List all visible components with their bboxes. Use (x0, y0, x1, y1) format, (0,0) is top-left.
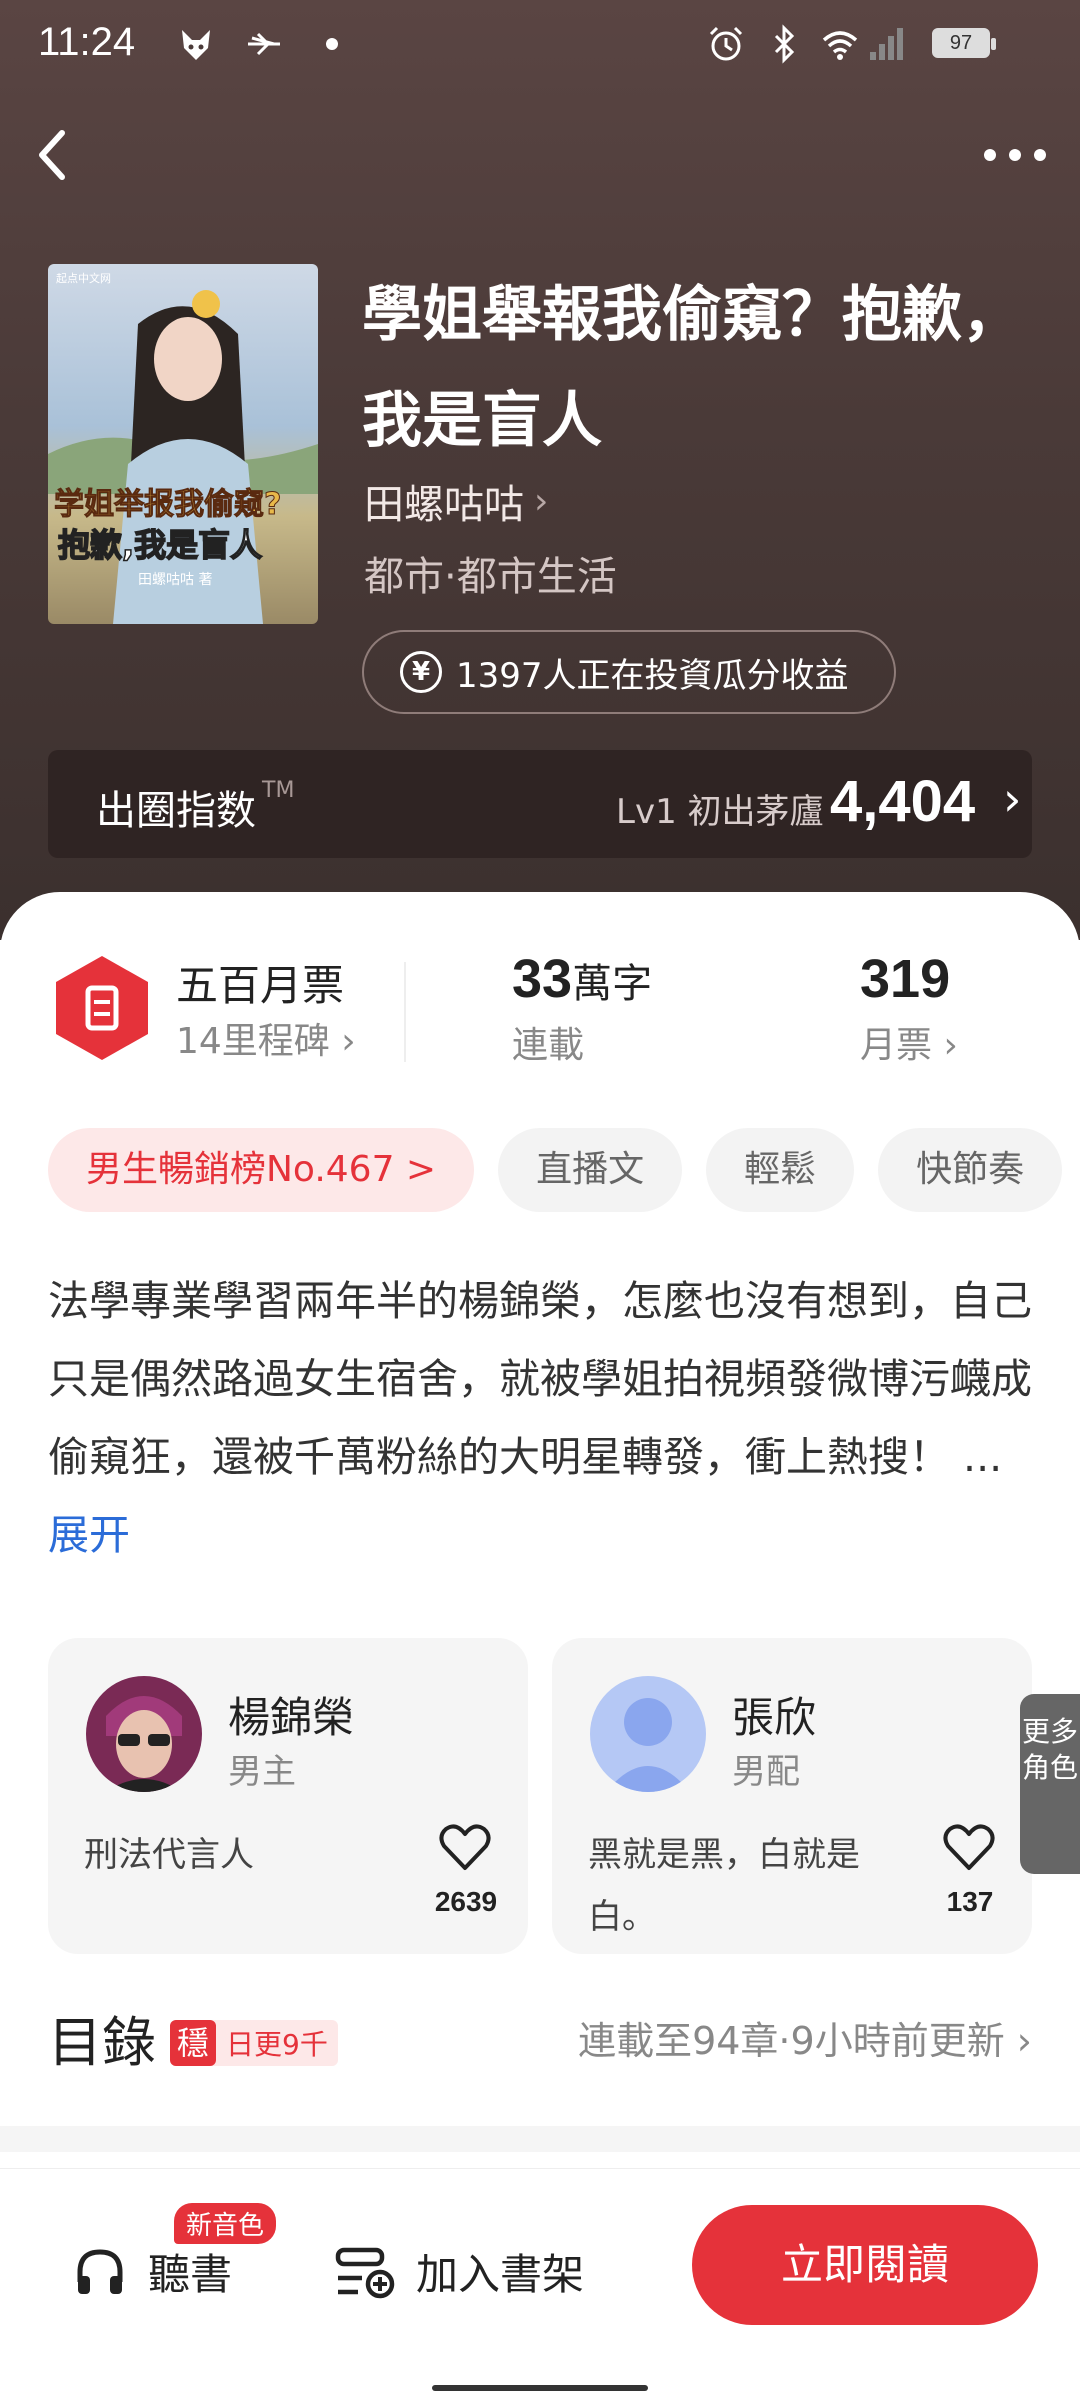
book-cover[interactable]: 起点中文网 学姐举报我偷窥? 抱歉,我是盲人 田螺咕咕 著 (48, 264, 318, 624)
serial-status: 連載 (512, 1025, 585, 1066)
status-bar: 11:24 97 (0, 0, 1080, 90)
section-divider (0, 2126, 1080, 2152)
add-shelf-label: 加入書架 (416, 2250, 585, 2299)
circle-index-label: 出圈指数 TM (96, 778, 295, 834)
like-count: 137 (946, 1886, 994, 1917)
circle-index-score: 4,404 (830, 769, 976, 834)
dot-icon (326, 38, 338, 50)
circle-index-level: Lv1 初出茅廬 (616, 792, 824, 832)
expand-link[interactable]: 展开 (48, 1511, 130, 1559)
listen-button[interactable]: 聽書 (72, 2241, 232, 2302)
avatar (590, 1676, 706, 1792)
headphones-icon (77, 2248, 123, 2294)
heart-icon[interactable] (438, 1822, 492, 1872)
monthly-votes-label[interactable]: 月票 › (860, 1016, 958, 1068)
chevron-right-icon: › (534, 480, 549, 522)
book-title: 學姐舉報我偷窺？抱歉，我是盲人 (362, 280, 1022, 456)
invest-button[interactable]: ¥ 1397人正在投資瓜分收益 (362, 630, 896, 714)
tag-item[interactable]: 快節奏 (878, 1128, 1063, 1212)
back-arrow-icon[interactable] (28, 125, 78, 185)
alarm-icon (709, 26, 743, 61)
author-name: 田螺咕咕 (364, 482, 524, 528)
add-shelf-icon (335, 2247, 395, 2298)
yen-icon: ¥ (400, 651, 442, 693)
character-role: 男配 (732, 1752, 800, 1792)
monthly-votes-count[interactable]: 319 (860, 948, 950, 1010)
character-desc: 刑法代言人 (84, 1835, 254, 1875)
stable-icon: 穩 (170, 2020, 216, 2066)
fox-app-icon (182, 30, 210, 60)
add-to-shelf-button[interactable]: 加入書架 (334, 2241, 584, 2302)
milestone-title[interactable]: 五百月票 (176, 952, 344, 1013)
listen-label: 聽書 (148, 2250, 233, 2299)
invest-text: 1397人正在投資瓜分收益 (456, 655, 849, 696)
toc-title: 目錄 (48, 2011, 156, 2074)
more-options-icon[interactable] (980, 140, 1050, 170)
bluetooth-icon (774, 24, 795, 64)
character-name: 楊錦榮 (228, 1693, 355, 1742)
character-name: 張欣 (732, 1693, 817, 1742)
more-roles-tab[interactable]: 更多角色 (1020, 1694, 1080, 1874)
chevron-right-icon: › (943, 1025, 958, 1066)
tag-list: 男生暢銷榜No.467 > 直播文 輕鬆 快節奏 (48, 1128, 1080, 1212)
tag-item[interactable]: 直播文 (498, 1128, 683, 1212)
chevron-right-icon: › (1016, 2019, 1032, 2063)
battery-indicator: 97 (932, 28, 996, 58)
divider (404, 962, 406, 1062)
tag-item[interactable]: 輕鬆 (706, 1128, 855, 1212)
cover-publisher: 起点中文网 (56, 271, 111, 285)
book-description: 法學專業學習兩年半的楊錦榮，怎麼也沒有想到，自己只是偶然路過女生宿舍，就被學姐拍… (48, 1277, 1032, 1559)
character-card[interactable]: 楊錦榮 男主 刑法代言人 2639 (48, 1638, 528, 1954)
monthly-ticket-icon (56, 956, 148, 1060)
like-count: 2639 (434, 1886, 498, 1917)
read-now-button[interactable]: 立即閱讀 (692, 2205, 1038, 2325)
plane-app-icon (248, 32, 280, 56)
word-count: 33萬字 (512, 949, 653, 1009)
character-desc: 黑就是黑，白就是白。 (588, 1835, 860, 1937)
wifi-icon (822, 31, 858, 60)
stats-row: 五百月票 14里程碑 › 33萬字 連載 319 月票 › (0, 949, 1080, 1082)
heart-icon[interactable] (942, 1822, 996, 1872)
cover-title-line1: 学姐举报我偷窥? (54, 487, 281, 522)
avatar (86, 1676, 202, 1792)
cover-author: 田螺咕咕 著 (138, 572, 212, 588)
author-link[interactable]: 田螺咕咕 › (364, 472, 548, 530)
tag-rank[interactable]: 男生暢銷榜No.467 > (48, 1128, 475, 1212)
update-badge: 穩 日更9千 (170, 2020, 338, 2066)
chevron-right-icon: › (341, 1021, 356, 1062)
book-header: 11:24 97 起点中文网 学姐举报我偷窥? 抱歉,我是盲人 田螺咕咕 著 學… (0, 0, 1080, 940)
book-genre: 都市·都市生活 (364, 554, 617, 600)
new-voice-badge: 新音色 (174, 2203, 277, 2244)
cover-title-line2: 抱歉,我是盲人 (58, 526, 262, 564)
table-of-contents-row[interactable]: 目錄 穩 日更9千 連載至94章·9小時前更新 › (48, 1992, 1032, 2074)
home-indicator[interactable] (432, 2385, 648, 2391)
signal-icon (870, 28, 903, 60)
character-role: 男主 (228, 1752, 296, 1792)
status-time: 11:24 (38, 20, 136, 64)
book-cover-art: 起点中文网 学姐举报我偷窥? 抱歉,我是盲人 田螺咕咕 著 (48, 264, 318, 624)
milestone-sub[interactable]: 14里程碑 › (176, 1012, 356, 1064)
bottom-action-bar: 聽書 新音色 加入書架 立即閱讀 (0, 2168, 1080, 2408)
character-card[interactable]: 張欣 男配 黑就是黑，白就是白。 137 (552, 1638, 1032, 1954)
toc-update-info: 連載至94章·9小時前更新 › (578, 2019, 1032, 2063)
chevron-right-icon: › (1003, 772, 1022, 826)
circle-index-bar[interactable]: 出圈指数 TM Lv1 初出茅廬 4,404 › (48, 750, 1032, 858)
character-list: 楊錦榮 男主 刑法代言人 2639 張欣 男配 黑就是黑，白就是白。 137 (48, 1638, 1080, 1954)
